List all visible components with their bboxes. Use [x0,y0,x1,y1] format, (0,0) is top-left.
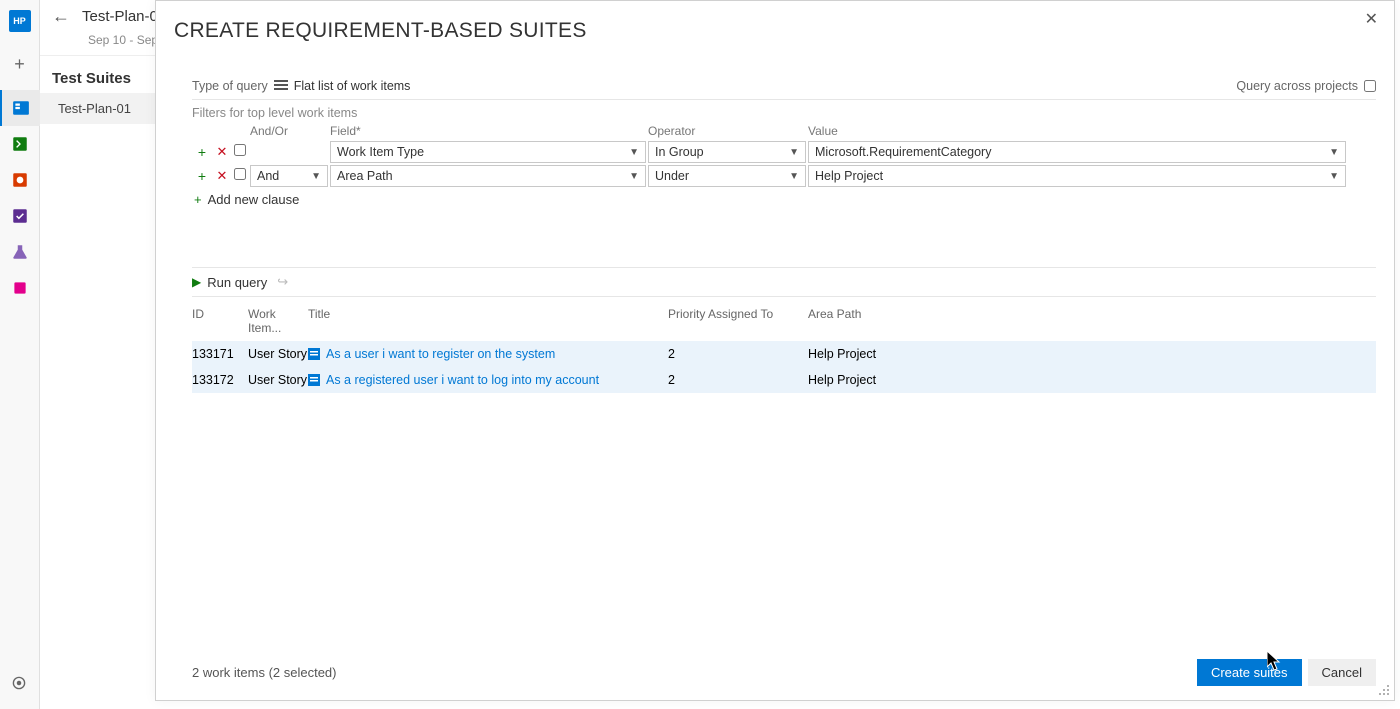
plus-icon: + [194,192,202,207]
work-item-link[interactable]: As a user i want to register on the syst… [326,347,555,361]
testplans-icon [11,207,29,225]
repos-icon [11,135,29,153]
field-dropdown[interactable]: Area Path▼ [330,165,646,187]
value-dropdown[interactable]: Help Project▼ [808,165,1346,187]
operator-dropdown[interactable]: Under▼ [648,165,806,187]
project-badge[interactable]: HP [9,10,31,32]
col-id[interactable]: ID [192,307,248,335]
page-title: Test-Plan-01 [82,8,166,25]
play-icon: ▶ [192,275,201,289]
create-suites-button[interactable]: Create suites [1197,659,1302,686]
col-area[interactable]: Area Path [808,307,1108,335]
remove-clause-icon[interactable]: ✕ [212,144,232,160]
add-new-clause-button[interactable]: + Add new clause [192,188,1376,207]
work-item-link[interactable]: As a registered user i want to log into … [326,373,599,387]
close-icon[interactable]: ✕ [1365,9,1378,29]
cell-priority: 2 [668,373,708,387]
clause-checkbox[interactable] [234,168,246,180]
col-title[interactable]: Title [308,307,668,335]
user-story-icon [308,348,320,360]
operator-dropdown[interactable]: In Group▼ [648,141,806,163]
filter-row: + ✕ Work Item Type▼ In Group▼ Microsoft.… [192,140,1376,164]
left-nav-rail: HP + [0,0,40,709]
andor-dropdown[interactable] [250,141,328,163]
run-query-button[interactable]: ▶ Run query [192,275,267,290]
col-value: Value [808,124,1348,138]
cell-wit: User Story [248,347,308,361]
col-wit[interactable]: Work Item... [248,307,308,335]
table-row[interactable]: 133172 User Story As a registered user i… [192,367,1376,393]
add-icon[interactable]: + [8,52,32,76]
col-assigned[interactable]: Assigned To [708,307,808,335]
filters-heading: Filters for top level work items [192,100,1376,122]
user-story-icon [308,374,320,386]
back-arrow-icon[interactable]: ← [52,6,70,27]
col-priority[interactable]: Priority [668,307,708,335]
query-across-checkbox[interactable] [1364,80,1376,92]
cell-priority: 2 [668,347,708,361]
table-row[interactable]: 133171 User Story As a user i want to re… [192,341,1376,367]
cell-area: Help Project [808,347,1108,361]
nav-flask[interactable] [0,234,40,270]
pipelines-icon [11,171,29,189]
value-dropdown[interactable]: Microsoft.RequirementCategory▼ [808,141,1346,163]
filter-row: + ✕ And▼ Area Path▼ Under▼ Help Project▼ [192,164,1376,188]
query-type-value[interactable]: Flat list of work items [294,79,411,93]
nav-repos[interactable] [0,126,40,162]
clause-checkbox[interactable] [234,144,246,156]
add-clause-icon[interactable]: + [192,144,212,160]
boards-icon [12,99,30,117]
col-andor: And/Or [250,124,330,138]
run-query-label: Run query [207,275,267,290]
col-field: Field* [330,124,648,138]
redo-icon[interactable]: ↪ [277,274,288,290]
andor-dropdown[interactable]: And▼ [250,165,328,187]
nav-testplans[interactable] [0,198,40,234]
settings-icon[interactable] [10,674,28,697]
query-type-label: Type of query [192,79,268,93]
nav-boards[interactable] [0,90,40,126]
cell-id: 133171 [192,347,248,361]
resize-grip-icon[interactable] [1378,684,1390,696]
create-suites-dialog: CREATE REQUIREMENT-BASED SUITES ✕ Type o… [155,0,1395,701]
dialog-title: CREATE REQUIREMENT-BASED SUITES [156,1,1394,51]
cancel-button[interactable]: Cancel [1308,659,1376,686]
col-operator: Operator [648,124,808,138]
cell-area: Help Project [808,373,1108,387]
nav-artifacts[interactable] [0,270,40,306]
cell-wit: User Story [248,373,308,387]
artifacts-icon [11,279,29,297]
remove-clause-icon[interactable]: ✕ [212,168,232,184]
query-across-label: Query across projects [1236,79,1358,93]
flat-list-icon [274,79,288,93]
selection-status: 2 work items (2 selected) [192,665,337,680]
add-clause-icon[interactable]: + [192,168,212,184]
flask-icon [11,243,29,261]
add-clause-label: Add new clause [208,192,300,207]
cell-id: 133172 [192,373,248,387]
nav-pipelines[interactable] [0,162,40,198]
field-dropdown[interactable]: Work Item Type▼ [330,141,646,163]
